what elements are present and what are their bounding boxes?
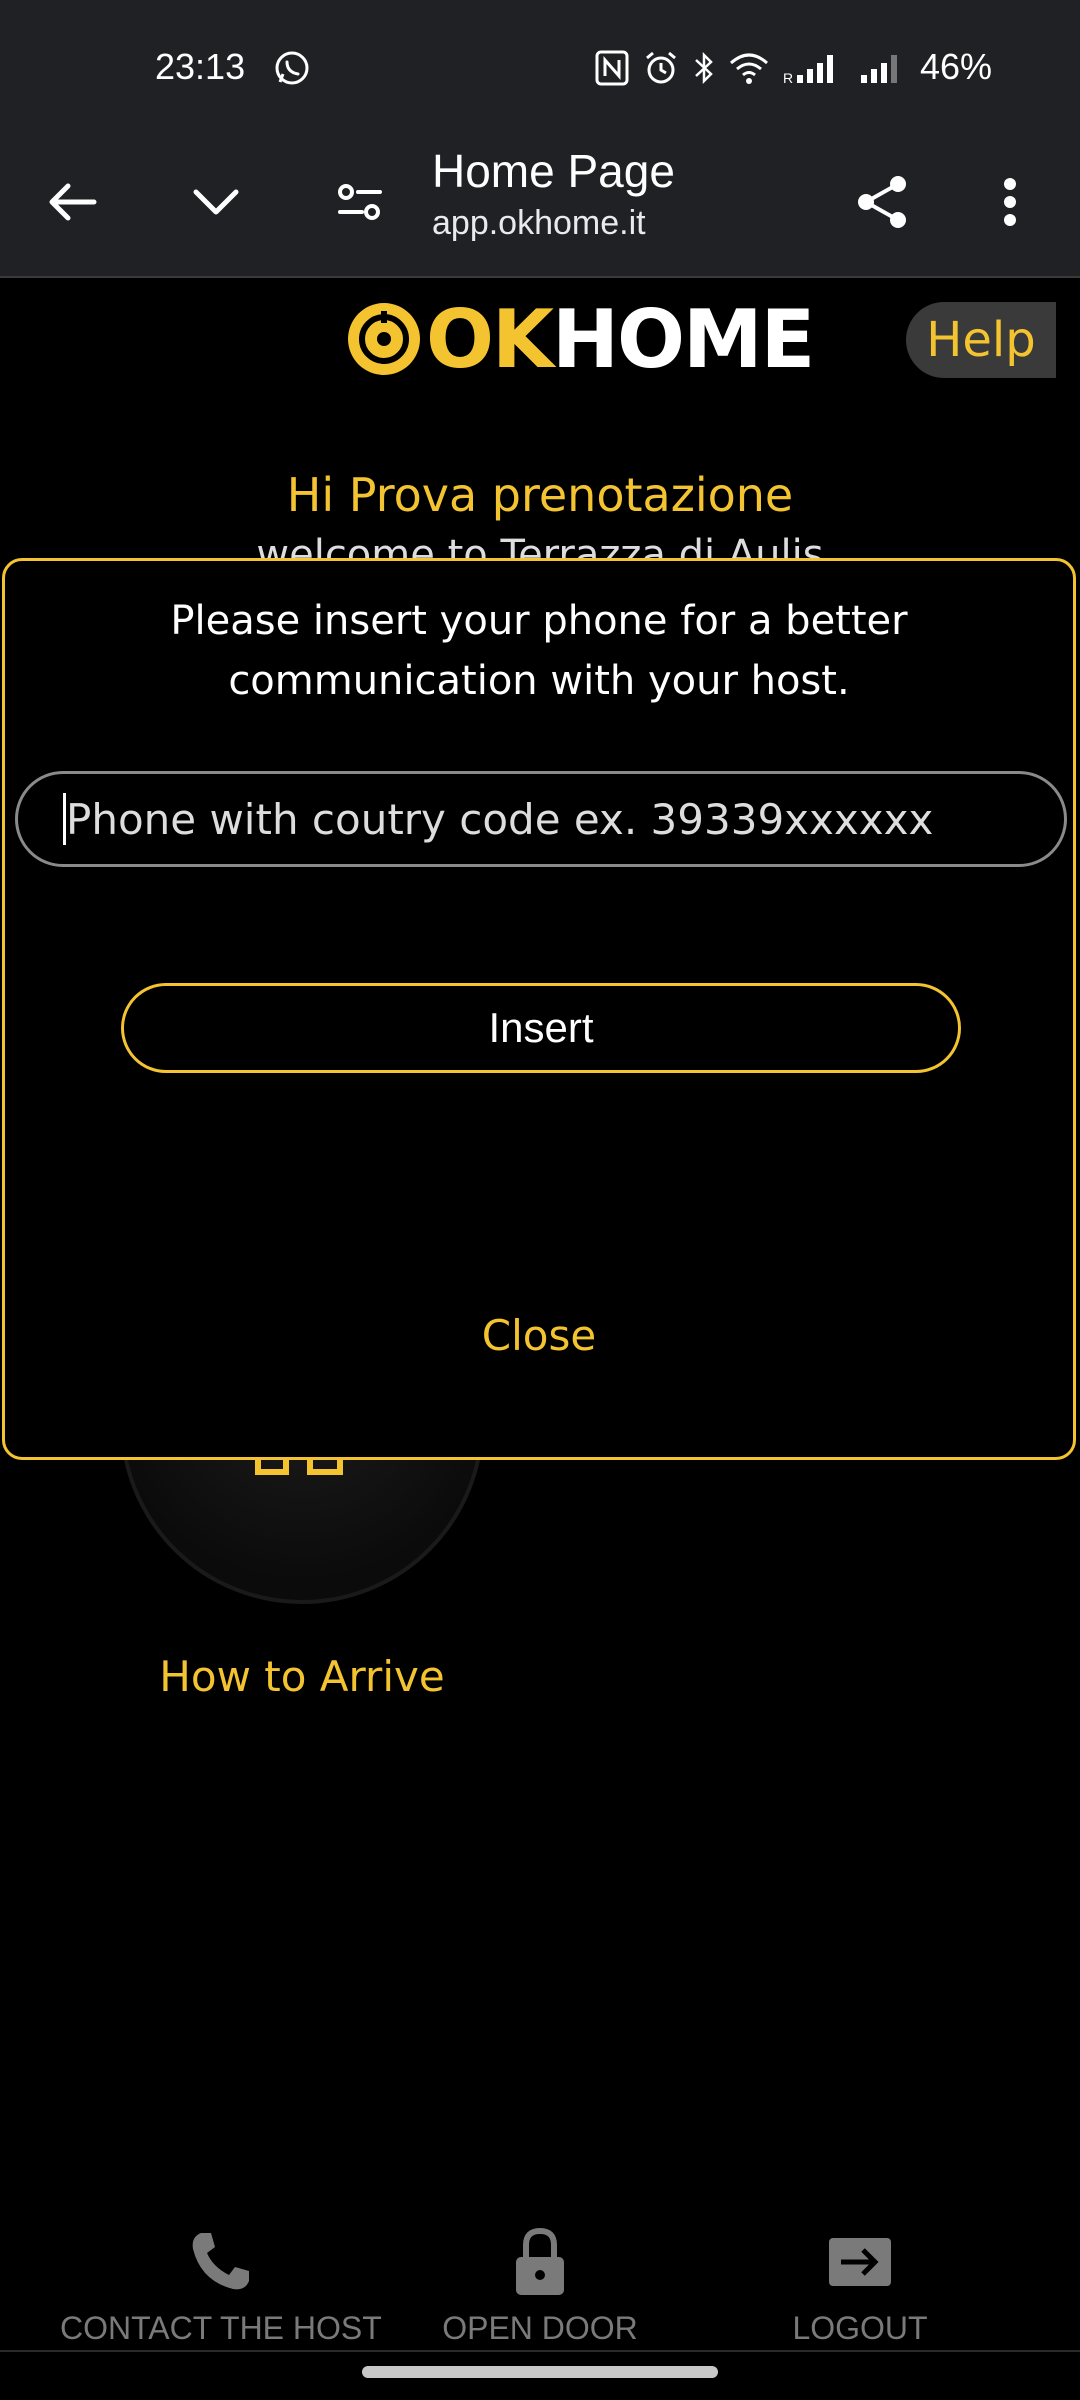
logo-ok-text: OK: [426, 292, 554, 386]
status-bar: 23:13 R 46%: [0, 0, 1080, 130]
phone-icon: [192, 2233, 249, 2290]
alarm-icon: [646, 51, 676, 84]
logo-home-text: HOME: [552, 292, 815, 386]
signal-icon: [861, 55, 897, 83]
insert-button[interactable]: Insert: [121, 983, 961, 1073]
more-vert-icon: [1004, 178, 1016, 226]
page-title: Home Page: [432, 145, 675, 197]
more-options-button[interactable]: [968, 160, 1052, 244]
page-url[interactable]: app.okhome.it: [432, 204, 646, 243]
site-settings-button[interactable]: [318, 160, 402, 244]
status-time: 23:13: [155, 46, 246, 87]
help-button[interactable]: Help: [906, 302, 1056, 378]
dialog-message: Please insert your phone for a better co…: [170, 598, 908, 704]
nav-open-door-label: OPEN DOOR: [442, 2310, 638, 2346]
how-to-arrive-label[interactable]: How to Arrive: [100, 1652, 504, 1701]
browser-toolbar: Home Page app.okhome.it: [0, 130, 1080, 278]
text-cursor: [63, 793, 66, 845]
battery-level: 46%: [920, 46, 993, 87]
tune-icon: [338, 184, 382, 220]
nav-contact-host-label: CONTACT THE HOST: [60, 2310, 382, 2346]
whatsapp-icon: [275, 51, 309, 85]
phone-input[interactable]: [15, 771, 1067, 867]
okhome-logo: OK HOME: [346, 293, 815, 386]
nav-contact-host[interactable]: CONTACT THE HOST: [60, 2222, 382, 2347]
logout-icon: [829, 2238, 891, 2286]
bluetooth-icon: [695, 51, 713, 85]
nav-open-door[interactable]: OPEN DOOR: [420, 2222, 660, 2347]
share-button[interactable]: [840, 160, 924, 244]
close-button[interactable]: Close: [5, 1311, 1073, 1360]
signal-roaming-icon: R: [783, 55, 833, 85]
minimize-button[interactable]: [174, 160, 258, 244]
phone-dialog: Please insert your phone for a better co…: [2, 558, 1076, 1460]
svg-text:R: R: [783, 70, 793, 85]
share-icon: [858, 176, 906, 228]
wifi-icon: [730, 53, 768, 84]
back-arrow-icon: [49, 183, 97, 221]
greeting-text: Hi Prova prenotazione: [286, 468, 794, 522]
nav-logout[interactable]: LOGOUT: [740, 2222, 980, 2347]
nfc-icon: [595, 50, 629, 86]
home-indicator[interactable]: [362, 2366, 718, 2378]
lock-icon: [516, 2227, 564, 2295]
nav-logout-label: LOGOUT: [792, 2310, 928, 2346]
logo-dial-icon: [348, 303, 420, 375]
chevron-down-icon: [193, 189, 239, 215]
status-icons: R: [595, 48, 903, 88]
nav-divider: [0, 2350, 1080, 2352]
back-button[interactable]: [30, 160, 114, 244]
